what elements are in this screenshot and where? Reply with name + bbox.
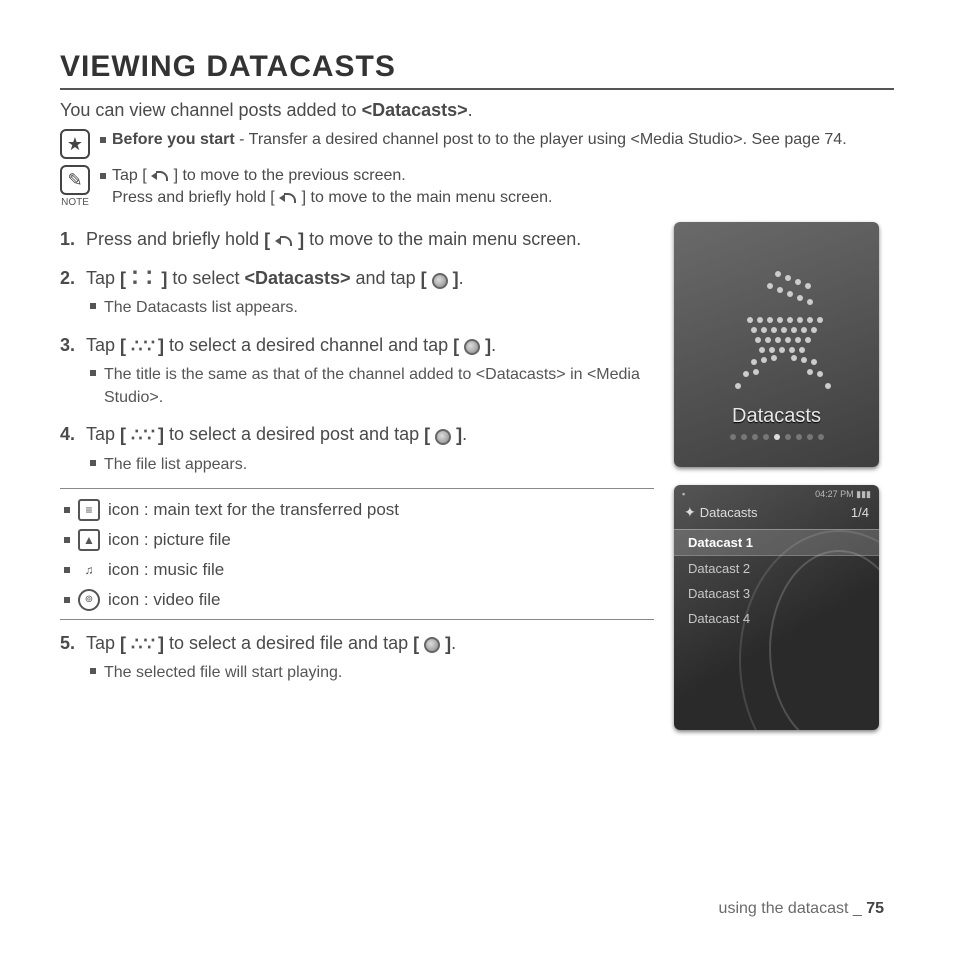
- steps-list: Press and briefly hold [ ] to move to th…: [60, 226, 654, 476]
- step-text: Tap: [86, 633, 120, 653]
- list-header-title: Datacasts: [700, 505, 758, 520]
- datacasts-header-icon: ✦: [684, 504, 696, 521]
- star-icon: ★: [60, 129, 90, 159]
- note-line2-a: Press and briefly hold [: [112, 189, 279, 206]
- up-down-icon: ∴ ∵: [131, 336, 153, 356]
- step-5: Tap [ ∴ ∵ ] to select a desired file and…: [60, 630, 654, 684]
- back-icon: [151, 169, 169, 183]
- bullet-icon: [90, 668, 96, 674]
- before-you-start-text: - Transfer a desired channel post to to …: [235, 131, 847, 148]
- legend-label: icon : video file: [108, 590, 220, 610]
- page-footer: using the datacast _ 75: [719, 900, 884, 918]
- before-you-start-label: Before you start: [112, 131, 235, 148]
- select-icon: [424, 637, 440, 653]
- step-sub: The title is the same as that of the cha…: [104, 363, 654, 409]
- step-2: Tap [ ⠅ ⠅ ] to select <Datacasts> and ta…: [60, 265, 654, 319]
- step-bold: <Datacasts>: [244, 268, 350, 288]
- up-down-icon: ∴ ∵: [131, 634, 153, 654]
- step-4: Tap [ ∴ ∵ ] to select a desired post and…: [60, 421, 654, 475]
- device-preview-menu: Datacasts: [674, 222, 879, 467]
- bullet-icon: [90, 460, 96, 466]
- step-text: .: [451, 633, 456, 653]
- select-icon: [464, 339, 480, 355]
- intro-c: .: [468, 100, 473, 120]
- note-line1-a: Tap [: [112, 167, 151, 184]
- select-icon: [435, 429, 451, 445]
- note-line1-b: ] to move to the previous screen.: [169, 167, 406, 184]
- page-title: VIEWING DATACASTS: [60, 50, 894, 90]
- legend-picture: ▲ icon : picture file: [64, 529, 654, 551]
- bullet-icon: [64, 567, 70, 573]
- back-icon: [275, 234, 293, 248]
- note-icon: ✎: [60, 165, 90, 195]
- legend-label: icon : main text for the transferred pos…: [108, 500, 399, 520]
- video-file-icon: ⊚: [78, 589, 100, 611]
- step-3: Tap [ ∴ ∵ ] to select a desired channel …: [60, 332, 654, 410]
- pager-dots: [730, 434, 824, 440]
- select-icon: [432, 273, 448, 289]
- note-callout: ✎ NOTE Tap [ ] to move to the previous s…: [60, 165, 894, 210]
- divider: [60, 488, 654, 489]
- legend-video: ⊚ icon : video file: [64, 589, 654, 611]
- step-text: to select a desired file and tap: [164, 633, 413, 653]
- step-text: .: [462, 424, 467, 444]
- step-text: to select a desired post and tap: [164, 424, 424, 444]
- star-callout: ★ Before you start - Transfer a desired …: [60, 129, 894, 159]
- device-preview-list: ▪ 04:27 PM ▮▮▮ ✦Datacasts 1/4 Datacast 1…: [674, 485, 879, 730]
- step-text: to select a desired channel and tap: [164, 335, 453, 355]
- icon-legend: ≡ icon : main text for the transferred p…: [60, 499, 654, 611]
- status-play-icon: ▪: [682, 489, 685, 500]
- footer-page: 75: [866, 900, 884, 917]
- intro-b: <Datacasts>: [362, 100, 468, 120]
- legend-label: icon : picture file: [108, 530, 231, 550]
- note-line2-b: ] to move to the main menu screen.: [297, 189, 552, 206]
- page-counter: 1/4: [851, 505, 869, 520]
- bullet-icon: [64, 597, 70, 603]
- left-right-icon: ⠅ ⠅: [131, 269, 156, 289]
- picture-file-icon: ▲: [78, 529, 100, 551]
- step-text: to move to the main menu screen.: [304, 229, 581, 249]
- intro-a: You can view channel posts added to: [60, 100, 362, 120]
- divider: [60, 619, 654, 620]
- footer-section: using the datacast _: [719, 900, 867, 917]
- status-bar: ▪ 04:27 PM ▮▮▮: [674, 485, 879, 502]
- up-down-icon: ∴ ∵: [131, 425, 153, 445]
- legend-label: icon : music file: [108, 560, 224, 580]
- step-text: Tap: [86, 268, 120, 288]
- datacasts-star-graphic: [707, 269, 847, 399]
- status-time: 04:27 PM: [815, 489, 854, 499]
- step-sub: The selected file will start playing.: [104, 661, 342, 684]
- legend-music: ♫ icon : music file: [64, 559, 654, 581]
- step-sub: The file list appears.: [104, 453, 247, 476]
- text-file-icon: ≡: [78, 499, 100, 521]
- step-sub: The Datacasts list appears.: [104, 296, 298, 319]
- step-text: to select: [167, 268, 244, 288]
- music-file-icon: ♫: [78, 559, 100, 581]
- step-text: Tap: [86, 335, 120, 355]
- bullet-icon: [100, 137, 106, 143]
- steps-list-2: Tap [ ∴ ∵ ] to select a desired file and…: [60, 630, 654, 684]
- step-text: .: [491, 335, 496, 355]
- step-text: .: [459, 268, 464, 288]
- step-1: Press and briefly hold [ ] to move to th…: [60, 226, 654, 253]
- back-icon: [279, 191, 297, 205]
- note-label: NOTE: [60, 197, 90, 208]
- bullet-icon: [90, 370, 96, 376]
- bullet-icon: [64, 537, 70, 543]
- list-header: ✦ Datacasts 1/4: [674, 502, 879, 525]
- step-text: and tap: [351, 268, 421, 288]
- bullet-icon: [64, 507, 70, 513]
- step-text: Press and briefly hold: [86, 229, 264, 249]
- step-text: Tap: [86, 424, 120, 444]
- legend-text: ≡ icon : main text for the transferred p…: [64, 499, 654, 521]
- bullet-icon: [90, 303, 96, 309]
- battery-icon: ▮▮▮: [856, 489, 871, 499]
- intro-text: You can view channel posts added to <Dat…: [60, 100, 894, 121]
- bullet-icon: [100, 173, 106, 179]
- device-menu-label: Datacasts: [732, 405, 821, 428]
